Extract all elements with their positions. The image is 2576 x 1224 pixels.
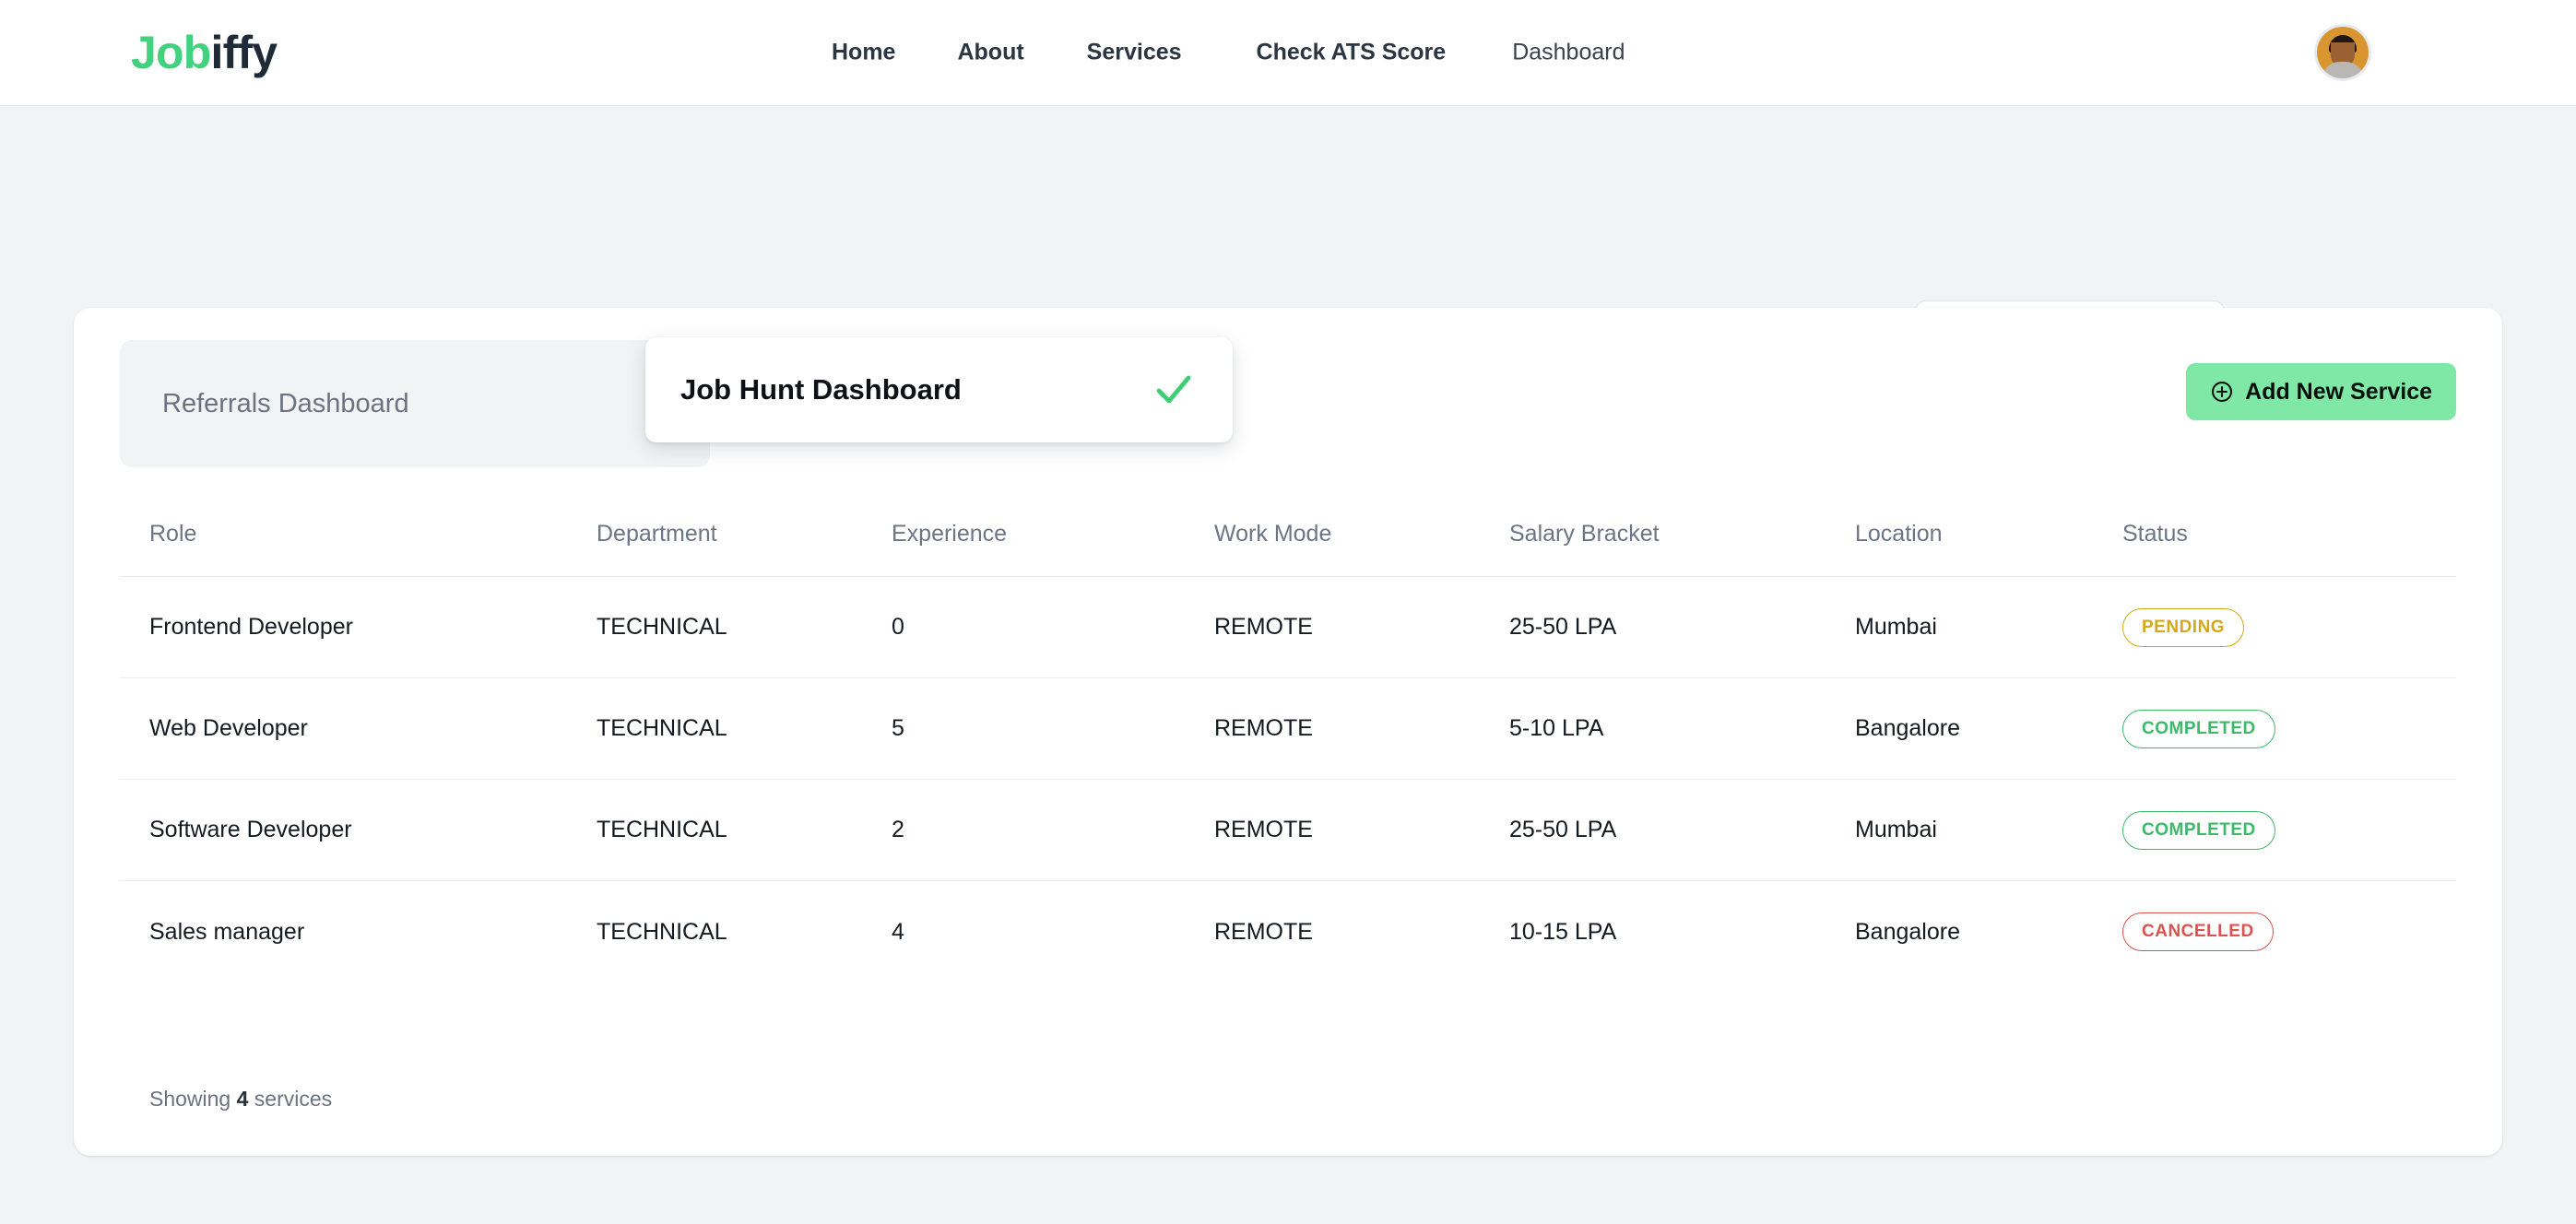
check-icon (1152, 368, 1196, 412)
cell-department: TECHNICAL (597, 614, 892, 641)
nav-item-check-ats-score[interactable]: Check ATS Score (1257, 34, 1447, 72)
showing-prefix: Showing (149, 1087, 237, 1111)
brand-logo-part-two: iffy (211, 27, 278, 78)
status-badge: PENDING (2122, 608, 2244, 647)
cell-experience: 4 (892, 919, 1214, 946)
status-badge: CANCELLED (2122, 912, 2274, 951)
brand-logo[interactable]: Jobiffy (131, 26, 277, 79)
table-header-row: Role Department Experience Work Mode Sal… (120, 492, 2456, 577)
tab-job-hunt-dashboard[interactable]: Job Hunt Dashboard (645, 337, 1233, 442)
column-header-department[interactable]: Department (597, 521, 892, 547)
column-header-role[interactable]: Role (149, 521, 597, 547)
column-header-work-mode[interactable]: Work Mode (1214, 521, 1509, 547)
cell-work-mode: REMOTE (1214, 614, 1509, 641)
plus-circle-icon (2210, 380, 2234, 404)
column-header-location[interactable]: Location (1855, 521, 2122, 547)
cell-experience: 0 (892, 614, 1214, 641)
dashboard-tab-strip: Referrals Dashboard (120, 340, 710, 467)
column-header-salary-bracket[interactable]: Salary Bracket (1509, 521, 1855, 547)
cell-experience: 2 (892, 817, 1214, 843)
status-badge: COMPLETED (2122, 710, 2275, 748)
cell-department: TECHNICAL (597, 715, 892, 742)
table-row[interactable]: Software Developer TECHNICAL 2 REMOTE 25… (120, 780, 2456, 881)
cell-role: Frontend Developer (149, 614, 597, 641)
cell-experience: 5 (892, 715, 1214, 742)
cell-work-mode: REMOTE (1214, 817, 1509, 843)
cell-location: Mumbai (1855, 817, 2122, 843)
table-row[interactable]: Frontend Developer TECHNICAL 0 REMOTE 25… (120, 577, 2456, 678)
cell-department: TECHNICAL (597, 919, 892, 946)
cell-salary: 25-50 LPA (1509, 614, 1855, 641)
nav-item-home[interactable]: Home (832, 34, 895, 72)
cell-status: COMPLETED (2122, 710, 2456, 748)
add-new-service-button[interactable]: Add New Service (2186, 363, 2456, 420)
cell-location: Bangalore (1855, 919, 2122, 946)
cell-salary: 5-10 LPA (1509, 715, 1855, 742)
showing-count: 4 (237, 1087, 249, 1111)
column-header-status[interactable]: Status (2122, 521, 2456, 547)
nav-links: Home About Services Check ATS Score Dash… (832, 34, 1625, 72)
cell-status: COMPLETED (2122, 811, 2456, 850)
page-body: Referrals Dashboard Job Hunt Dashboard A… (0, 105, 2576, 1224)
cell-location: Bangalore (1855, 715, 2122, 742)
table-row[interactable]: Sales manager TECHNICAL 4 REMOTE 10-15 L… (120, 881, 2456, 983)
add-new-service-label: Add New Service (2245, 379, 2432, 406)
top-navbar: Jobiffy Home About Services Check ATS Sc… (0, 0, 2576, 105)
showing-suffix: services (248, 1087, 332, 1111)
status-badge: COMPLETED (2122, 811, 2275, 850)
cell-work-mode: REMOTE (1214, 919, 1509, 946)
cell-department: TECHNICAL (597, 817, 892, 843)
cell-location: Mumbai (1855, 614, 2122, 641)
avatar-body (2322, 62, 2364, 81)
cell-salary: 10-15 LPA (1509, 919, 1855, 946)
cell-salary: 25-50 LPA (1509, 817, 1855, 843)
nav-item-dashboard[interactable]: Dashboard (1512, 34, 1625, 72)
cell-role: Sales manager (149, 919, 597, 946)
nav-item-services[interactable]: Services (1087, 34, 1182, 72)
nav-item-about[interactable]: About (957, 34, 1023, 72)
cell-work-mode: REMOTE (1214, 715, 1509, 742)
showing-count-note: Showing 4 services (149, 1087, 332, 1112)
cell-role: Web Developer (149, 715, 597, 742)
brand-logo-part-one: Job (131, 27, 211, 78)
table-row[interactable]: Web Developer TECHNICAL 5 REMOTE 5-10 LP… (120, 678, 2456, 780)
cell-status: CANCELLED (2122, 912, 2456, 951)
user-avatar[interactable] (2314, 24, 2371, 81)
tab-job-hunt-dashboard-label: Job Hunt Dashboard (680, 373, 962, 406)
cell-role: Software Developer (149, 817, 597, 843)
cell-status: PENDING (2122, 608, 2456, 647)
tab-referrals-dashboard[interactable]: Referrals Dashboard (162, 389, 409, 419)
services-card: Referrals Dashboard Job Hunt Dashboard A… (74, 308, 2502, 1156)
services-table: Role Department Experience Work Mode Sal… (120, 492, 2456, 983)
column-header-experience[interactable]: Experience (892, 521, 1214, 547)
